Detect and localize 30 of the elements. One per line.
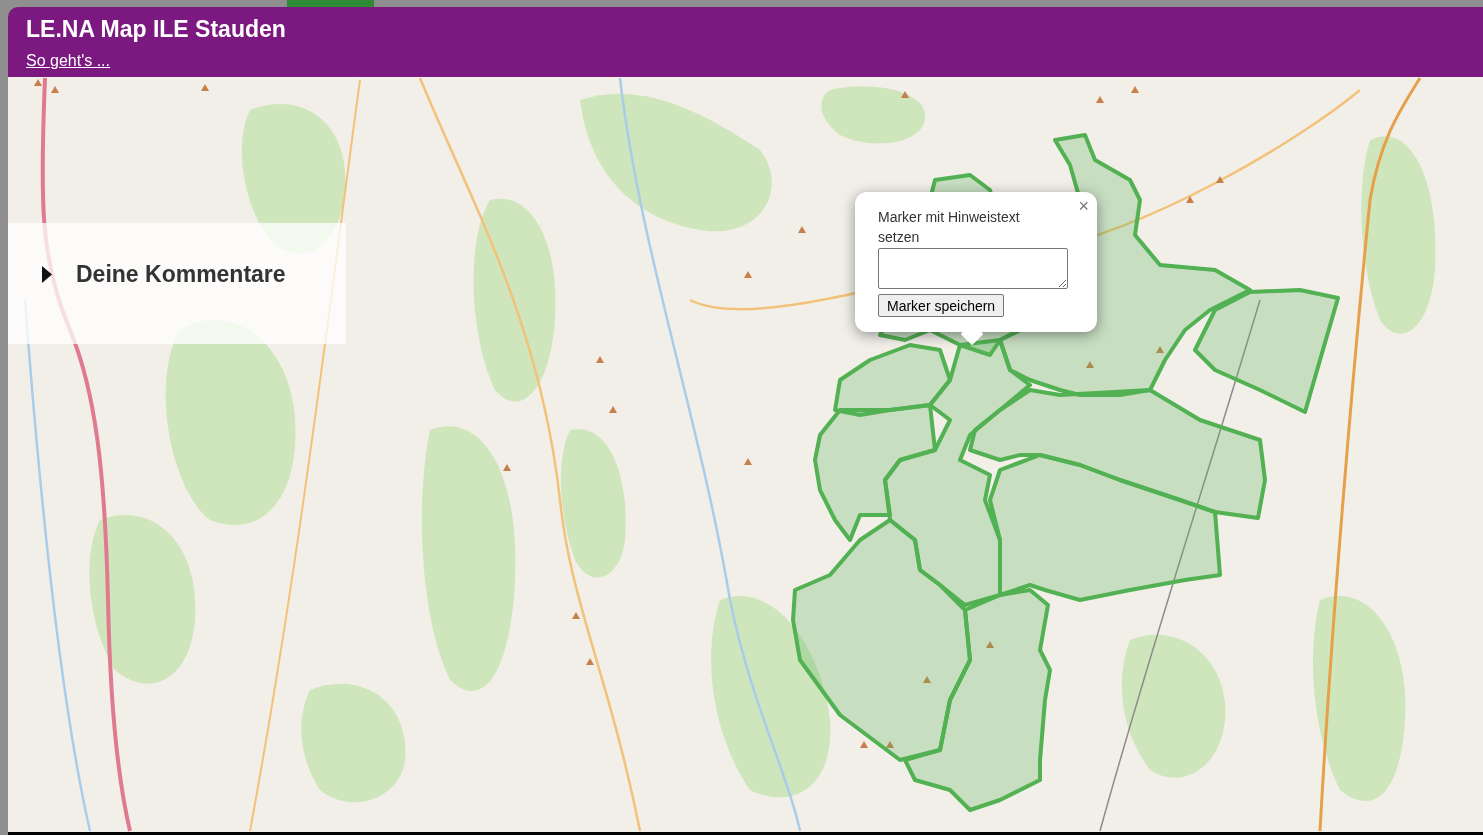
close-button[interactable]: × [1078,195,1089,217]
peak-icon [503,464,511,471]
peak-icon [1186,196,1194,203]
peak-icon [51,86,59,93]
save-marker-button[interactable]: Marker speichern [878,294,1005,317]
peak-icon [886,741,894,748]
help-link[interactable]: So geht's ... [26,50,110,72]
app-title: LE.NA Map ILE Stauden [26,15,286,44]
peak-icon [923,676,931,683]
peak-icon [1216,176,1224,183]
popup-prompt: Marker mit Hinweistext setzen [878,208,1021,247]
peak-icon [1096,96,1104,103]
peak-icon [986,641,994,648]
peak-icon [201,84,209,91]
peak-icon [1156,346,1164,353]
caret-right-icon [42,265,52,283]
peak-icon [596,356,604,363]
peak-icon [1131,86,1139,93]
peak-icon [586,658,594,665]
peak-icon [609,406,617,413]
peak-icon [744,271,752,278]
peak-icon [1086,361,1094,368]
peak-icon [901,91,909,98]
comments-toggle[interactable]: Deine Kommentare [42,260,286,288]
peak-icon [798,226,806,233]
peak-icon [744,458,752,465]
peak-icon [572,612,580,619]
peak-icon [860,741,868,748]
peak-icon [34,79,42,86]
note-textarea[interactable] [878,248,1068,289]
